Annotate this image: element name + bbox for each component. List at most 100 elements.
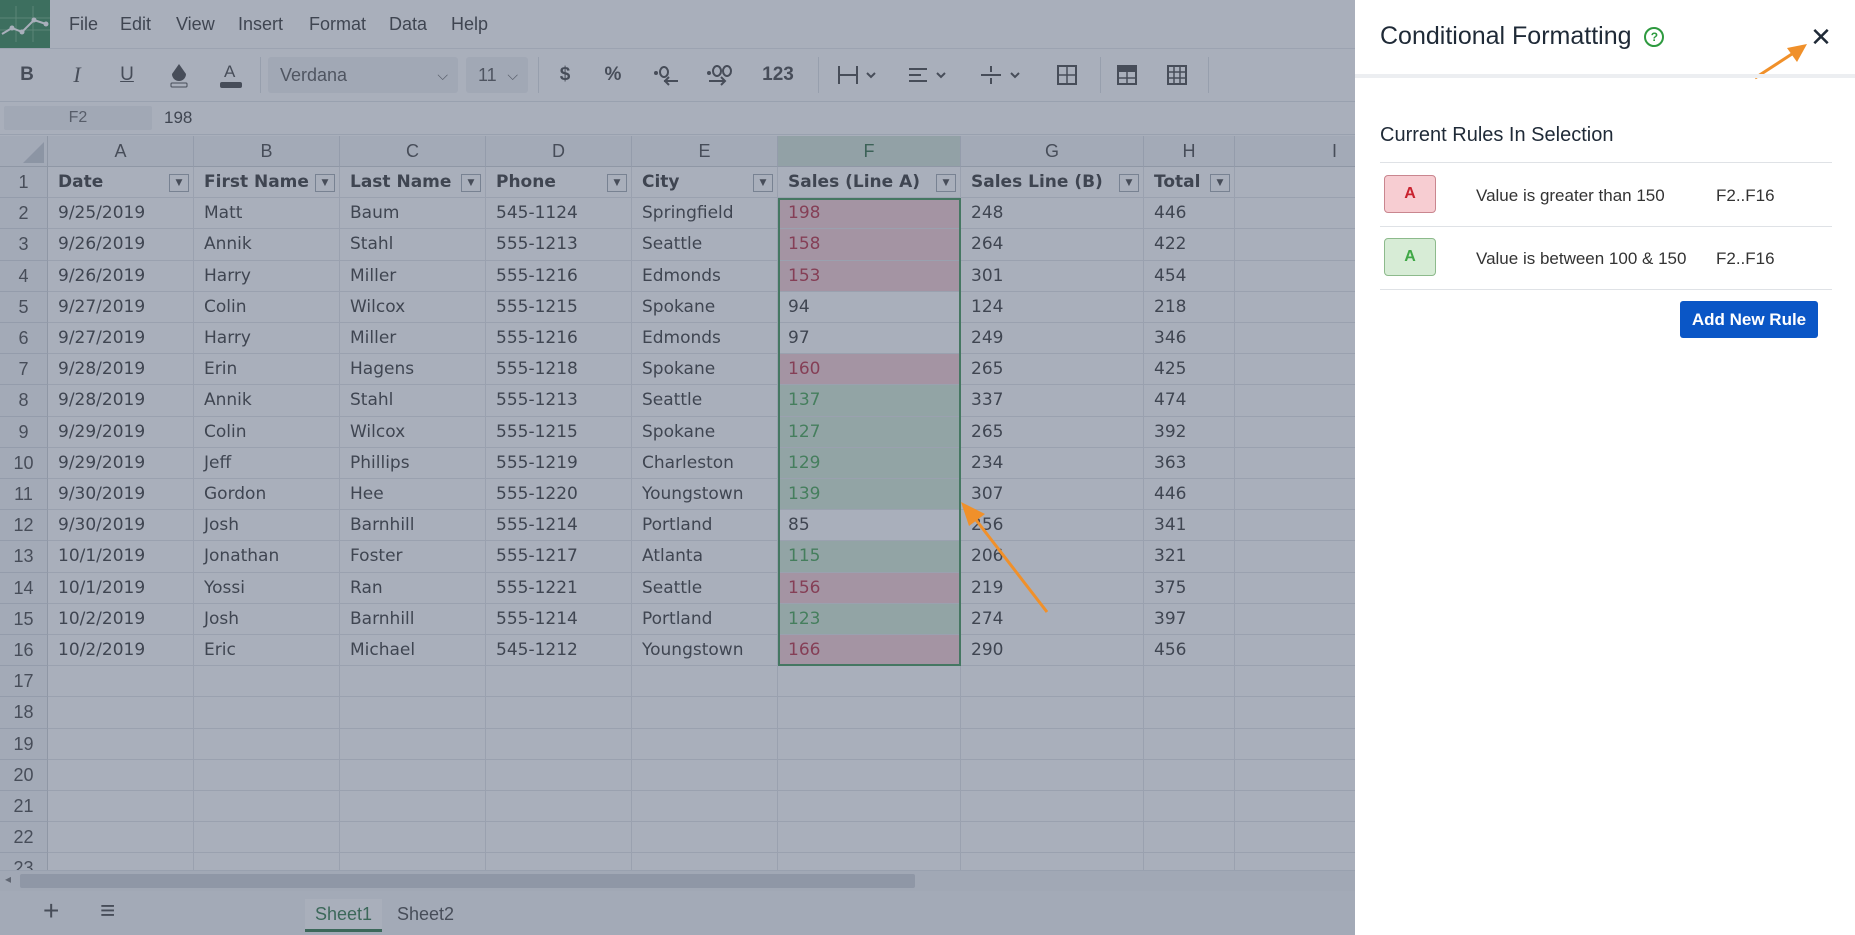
table-cell[interactable]: 160 — [778, 354, 961, 386]
row-header[interactable]: 2 — [0, 198, 48, 230]
table-cell[interactable]: 206 — [961, 541, 1144, 573]
row-header[interactable]: 6 — [0, 323, 48, 355]
header-cell[interactable]: Date ▼ — [48, 167, 194, 199]
add-sheet-icon[interactable]: + — [43, 895, 59, 927]
table-cell[interactable]: 555-1219 — [486, 447, 632, 479]
empty-cell[interactable] — [1235, 573, 1355, 604]
header-cell[interactable]: Phone ▼ — [486, 167, 632, 199]
table-cell[interactable]: Harry — [194, 260, 340, 292]
table-cell[interactable]: 337 — [961, 385, 1144, 417]
table-cell[interactable]: 9/28/2019 — [48, 385, 194, 417]
empty-cell[interactable] — [1235, 729, 1355, 760]
header-cell[interactable]: Sales (Line A) ▼ — [778, 167, 961, 199]
table-cell[interactable]: 375 — [1144, 572, 1235, 604]
table-cell[interactable]: 9/28/2019 — [48, 354, 194, 386]
spreadsheet-grid[interactable]: A B C D E F G H I 1 2 3 4 5 6 7 8 9 10 11 12 13 14 15 16 17 18 19 20… — [0, 136, 1355, 870]
column-header-i[interactable]: I — [1235, 136, 1355, 167]
table-cell[interactable]: 248 — [961, 198, 1144, 230]
merge-cells-button[interactable] — [832, 59, 884, 91]
row-header[interactable]: 1 — [0, 167, 48, 199]
empty-cell[interactable] — [194, 791, 340, 823]
empty-cell[interactable] — [194, 666, 340, 698]
empty-cell[interactable] — [961, 666, 1144, 698]
font-size-select[interactable]: 11 ⌵ — [466, 57, 528, 93]
header-cell[interactable]: City ▼ — [632, 167, 778, 199]
row-header[interactable]: 9 — [0, 416, 48, 448]
empty-cell[interactable] — [48, 759, 194, 791]
empty-cell[interactable] — [778, 728, 961, 760]
empty-cell[interactable] — [961, 759, 1144, 791]
select-all-corner[interactable] — [0, 136, 48, 167]
table-cell[interactable]: Josh — [194, 510, 340, 542]
horizontal-align-button[interactable] — [904, 59, 956, 91]
table-cell[interactable]: 97 — [778, 323, 961, 355]
row-header[interactable]: 8 — [0, 385, 48, 417]
row-header[interactable]: 13 — [0, 541, 48, 573]
table-cell[interactable]: 265 — [961, 416, 1144, 448]
empty-cell[interactable] — [1235, 385, 1355, 417]
table-cell[interactable]: 85 — [778, 510, 961, 542]
column-header-e[interactable]: E — [632, 136, 778, 167]
empty-cell[interactable] — [486, 822, 632, 854]
table-cell[interactable]: 115 — [778, 541, 961, 573]
row-header[interactable]: 15 — [0, 603, 48, 635]
filter-dropdown-icon[interactable]: ▼ — [936, 173, 956, 192]
table-cell[interactable]: 555-1216 — [486, 260, 632, 292]
empty-cell[interactable] — [632, 697, 778, 729]
empty-cell[interactable] — [632, 666, 778, 698]
empty-cell[interactable] — [194, 822, 340, 854]
row-header[interactable]: 16 — [0, 635, 48, 667]
table-cell[interactable]: 153 — [778, 260, 961, 292]
table-cell[interactable]: 166 — [778, 635, 961, 667]
add-new-rule-button[interactable]: Add New Rule — [1680, 301, 1818, 338]
empty-cell[interactable] — [1144, 853, 1235, 870]
table-cell[interactable]: Erin — [194, 354, 340, 386]
table-cell[interactable]: 397 — [1144, 603, 1235, 635]
row-header[interactable]: 18 — [0, 697, 48, 729]
table-cell[interactable]: Miller — [340, 260, 486, 292]
table-cell[interactable]: Barnhill — [340, 510, 486, 542]
empty-cell[interactable] — [340, 759, 486, 791]
number-format-button[interactable]: 123 — [756, 59, 800, 91]
borders-button[interactable] — [1052, 59, 1082, 91]
table-cell[interactable]: 9/27/2019 — [48, 291, 194, 323]
table-cell[interactable]: 456 — [1144, 635, 1235, 667]
table-cell[interactable]: 124 — [961, 291, 1144, 323]
table-cell[interactable]: 555-1218 — [486, 354, 632, 386]
table-cell[interactable]: 9/29/2019 — [48, 416, 194, 448]
table-cell[interactable]: 10/1/2019 — [48, 541, 194, 573]
table-cell[interactable]: 234 — [961, 447, 1144, 479]
column-header-f[interactable]: F — [778, 136, 961, 167]
table-cell[interactable]: Charleston — [632, 447, 778, 479]
row-header[interactable]: 20 — [0, 759, 48, 791]
table-cell[interactable]: Jonathan — [194, 541, 340, 573]
row-header[interactable]: 14 — [0, 572, 48, 604]
empty-cell[interactable] — [1235, 261, 1355, 292]
header-cell[interactable]: Last Name ▼ — [340, 167, 486, 199]
empty-cell[interactable] — [1235, 198, 1355, 230]
table-cell[interactable]: Spokane — [632, 354, 778, 386]
vertical-align-button[interactable] — [976, 59, 1028, 91]
table-cell[interactable]: 129 — [778, 447, 961, 479]
row-header[interactable]: 3 — [0, 229, 48, 261]
table-cell[interactable]: Springfield — [632, 198, 778, 230]
underline-button[interactable]: U — [112, 59, 142, 91]
table-cell[interactable]: 555-1214 — [486, 603, 632, 635]
table-cell[interactable]: 301 — [961, 260, 1144, 292]
table-cell[interactable]: 9/26/2019 — [48, 229, 194, 261]
table-cell[interactable]: 555-1215 — [486, 291, 632, 323]
table-cell[interactable]: Ran — [340, 572, 486, 604]
empty-cell[interactable] — [1144, 697, 1235, 729]
filter-dropdown-icon[interactable]: ▼ — [461, 173, 481, 192]
table-cell[interactable]: Spokane — [632, 416, 778, 448]
empty-cell[interactable] — [486, 791, 632, 823]
empty-cell[interactable] — [632, 759, 778, 791]
table-cell[interactable]: Wilcox — [340, 416, 486, 448]
table-cell[interactable]: Annik — [194, 229, 340, 261]
row-header[interactable]: 4 — [0, 260, 48, 292]
empty-cell[interactable] — [1235, 541, 1355, 573]
empty-cell[interactable] — [194, 759, 340, 791]
filter-dropdown-icon[interactable]: ▼ — [1210, 173, 1230, 192]
empty-cell[interactable] — [340, 697, 486, 729]
table-cell[interactable]: 9/26/2019 — [48, 260, 194, 292]
